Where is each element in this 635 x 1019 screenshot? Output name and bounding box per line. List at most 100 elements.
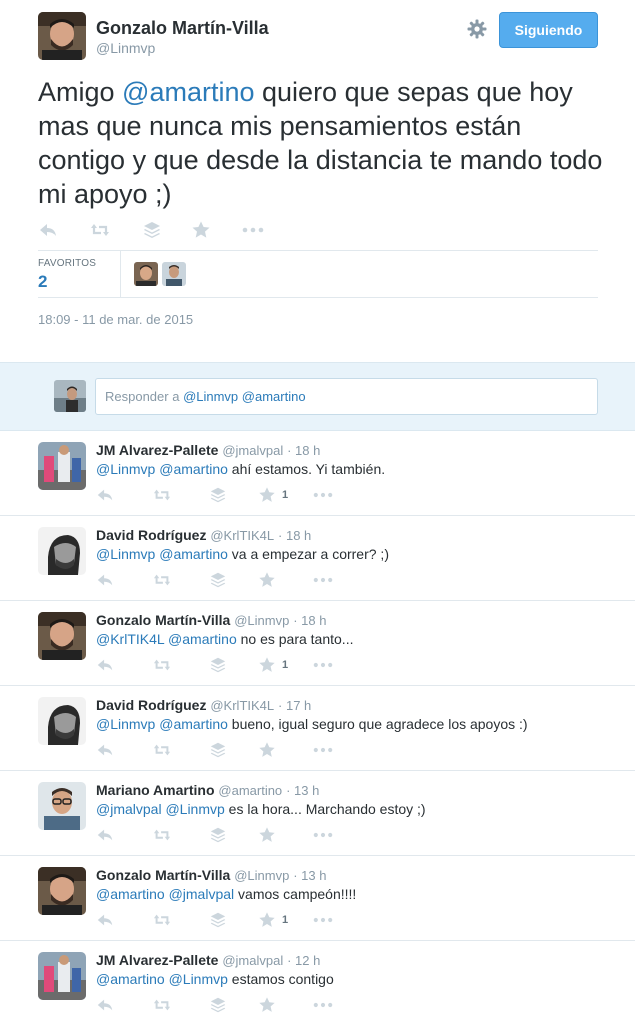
retweet-icon[interactable] [153, 571, 171, 589]
favorite-icon[interactable] [191, 220, 211, 240]
avatar[interactable] [38, 697, 86, 745]
author-handle[interactable]: @Linmvp [96, 40, 155, 56]
reply-header: David Rodríguez @KrlTIK4L · 18 h [96, 527, 311, 543]
reply-time[interactable]: · 13 h [293, 868, 326, 883]
reply-author-name[interactable]: Gonzalo Martín-Villa [96, 612, 230, 628]
avatar[interactable] [38, 867, 86, 915]
reply-time[interactable]: · 17 h [278, 698, 311, 713]
more-icon[interactable] [312, 656, 334, 674]
more-icon[interactable] [312, 571, 334, 589]
following-button[interactable]: Siguiendo [499, 12, 598, 48]
reply-author-name[interactable]: Mariano Amartino [96, 782, 215, 798]
reply-input[interactable]: Responder a @Linmvp @amartino [95, 378, 598, 415]
reply-prefix: Responder a [105, 389, 184, 404]
reply-tweet[interactable]: Mariano Amartino @amartino · 13 h @jmalv… [0, 771, 635, 856]
more-icon[interactable] [312, 996, 334, 1014]
buffer-icon[interactable] [209, 571, 227, 589]
favorite-icon[interactable] [258, 486, 276, 504]
reply-tweet[interactable]: David Rodríguez @KrlTIK4L · 18 h @Linmvp… [0, 516, 635, 601]
reply-tweet[interactable]: Gonzalo Martín-Villa @Linmvp · 13 h @ama… [0, 856, 635, 941]
reply-icon[interactable] [96, 656, 114, 674]
reply-icon[interactable] [96, 996, 114, 1014]
reply-author-handle[interactable]: @jmalvpal [222, 443, 283, 458]
favoriter-avatar[interactable] [162, 262, 186, 286]
more-icon[interactable] [241, 220, 265, 240]
favorite-icon[interactable] [258, 656, 276, 674]
reply-body: estamos contigo [227, 971, 334, 987]
reply-mentions[interactable]: @KrlTIK4L @amartino [96, 631, 237, 647]
favorites-count[interactable]: 2 [38, 272, 47, 292]
reply-mentions[interactable]: @amartino @Linmvp [96, 971, 228, 987]
reply-time[interactable]: · 12 h [287, 953, 320, 968]
avatar[interactable] [38, 612, 86, 660]
favorite-icon[interactable] [258, 911, 276, 929]
favorite-count: 1 [282, 489, 289, 501]
reply-author-name[interactable]: JM Alvarez-Pallete [96, 442, 218, 458]
buffer-icon[interactable] [209, 741, 227, 759]
retweet-icon[interactable] [153, 741, 171, 759]
more-icon[interactable] [312, 826, 334, 844]
reply-author-handle[interactable]: @Linmvp [234, 613, 289, 628]
buffer-icon[interactable] [209, 486, 227, 504]
reply-author-name[interactable]: Gonzalo Martín-Villa [96, 867, 230, 883]
stats-separator [120, 251, 121, 297]
retweet-icon[interactable] [153, 826, 171, 844]
reply-icon[interactable] [38, 220, 58, 240]
reply-author-handle[interactable]: @KrlTIK4L [210, 528, 274, 543]
author-name[interactable]: Gonzalo Martín-Villa [96, 18, 269, 39]
reply-icon[interactable] [96, 826, 114, 844]
avatar[interactable] [38, 952, 86, 1000]
retweet-icon[interactable] [153, 486, 171, 504]
reply-mentions[interactable]: @jmalvpal @Linmvp [96, 801, 225, 817]
reply-time[interactable]: · 18 h [293, 613, 326, 628]
favorite-icon[interactable] [258, 826, 276, 844]
buffer-icon[interactable] [209, 911, 227, 929]
buffer-icon[interactable] [209, 826, 227, 844]
favorite-icon[interactable] [258, 571, 276, 589]
buffer-icon[interactable] [209, 656, 227, 674]
avatar[interactable] [38, 527, 86, 575]
favorite-icon[interactable] [258, 996, 276, 1014]
reply-time[interactable]: · 13 h [286, 783, 319, 798]
reply-tweet[interactable]: Gonzalo Martín-Villa @Linmvp · 18 h @Krl… [0, 601, 635, 686]
retweet-icon[interactable] [90, 220, 110, 240]
reply-mentions[interactable]: @Linmvp @amartino [96, 461, 228, 477]
reply-mentions[interactable]: @Linmvp @amartino [96, 716, 228, 732]
favoriter-avatar[interactable] [134, 262, 158, 286]
author-avatar[interactable] [38, 12, 86, 60]
reply-icon[interactable] [96, 741, 114, 759]
reply-icon[interactable] [96, 571, 114, 589]
reply-time[interactable]: · 18 h [278, 528, 311, 543]
reply-author-name[interactable]: David Rodríguez [96, 527, 206, 543]
reply-author-name[interactable]: JM Alvarez-Pallete [96, 952, 218, 968]
reply-author-handle[interactable]: @jmalvpal [222, 953, 283, 968]
retweet-icon[interactable] [153, 996, 171, 1014]
reply-author-handle[interactable]: @amartino [218, 783, 282, 798]
reply-time[interactable]: · 18 h [287, 443, 320, 458]
reply-tweet[interactable]: David Rodríguez @KrlTIK4L · 17 h @Linmvp… [0, 686, 635, 771]
reply-tweet[interactable]: JM Alvarez-Pallete @jmalvpal · 12 h @ama… [0, 941, 635, 1019]
tweet-mention[interactable]: @amartino [122, 77, 254, 107]
favorite-icon[interactable] [258, 741, 276, 759]
reply-author-handle[interactable]: @KrlTIK4L [210, 698, 274, 713]
more-icon[interactable] [312, 486, 334, 504]
reply-icon[interactable] [96, 911, 114, 929]
main-tweet: Gonzalo Martín-Villa @Linmvp Siguiendo A… [0, 0, 635, 362]
avatar[interactable] [38, 782, 86, 830]
retweet-icon[interactable] [153, 656, 171, 674]
reply-mentions[interactable]: @Linmvp @amartino [96, 546, 228, 562]
avatar[interactable] [38, 442, 86, 490]
buffer-icon[interactable] [209, 996, 227, 1014]
more-icon[interactable] [312, 741, 334, 759]
gear-icon[interactable] [466, 18, 488, 40]
tweet-timestamp[interactable]: 18:09 - 11 de mar. de 2015 [38, 312, 193, 327]
buffer-icon[interactable] [142, 220, 162, 240]
reply-body: es la hora... Marchando estoy ;) [224, 801, 426, 817]
reply-author-name[interactable]: David Rodríguez [96, 697, 206, 713]
reply-icon[interactable] [96, 486, 114, 504]
more-icon[interactable] [312, 911, 334, 929]
retweet-icon[interactable] [153, 911, 171, 929]
reply-tweet[interactable]: JM Alvarez-Pallete @jmalvpal · 18 h @Lin… [0, 431, 635, 516]
reply-mentions[interactable]: @amartino @jmalvpal [96, 886, 234, 902]
reply-author-handle[interactable]: @Linmvp [234, 868, 289, 883]
